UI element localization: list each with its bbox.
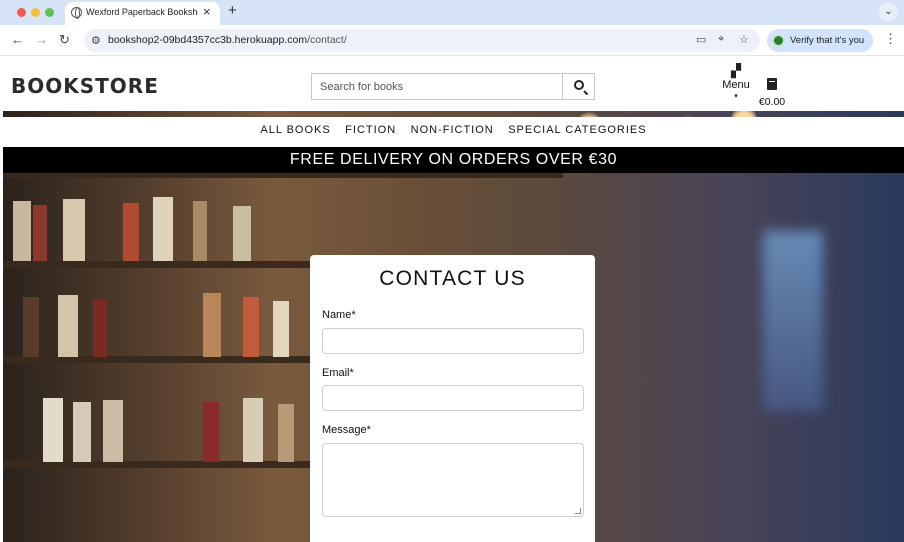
- book: [203, 293, 221, 357]
- tab-list-button[interactable]: ⌄: [879, 3, 898, 21]
- card-icon[interactable]: ▭: [696, 33, 706, 46]
- bag-total: €0.00: [758, 96, 786, 108]
- email-field[interactable]: [322, 385, 584, 411]
- location-icon[interactable]: ⌖: [718, 33, 724, 46]
- book: [63, 199, 85, 261]
- site-header: BOOKSTORE ▞ Menu ▾ €0.00: [3, 57, 904, 111]
- menu-dropdown[interactable]: ▞ Menu ▾: [719, 64, 753, 108]
- book: [278, 404, 294, 462]
- nav-fiction[interactable]: FICTION: [345, 117, 396, 143]
- search-button[interactable]: [562, 74, 594, 99]
- book: [23, 297, 39, 357]
- search-icon: [574, 80, 584, 90]
- search-input[interactable]: [312, 74, 562, 99]
- tab-close-button[interactable]: ×: [203, 5, 211, 19]
- web-page: BOOKSTORE ▞ Menu ▾ €0.00 ALL BOOKS FICTI…: [3, 57, 904, 542]
- site-logo[interactable]: BOOKSTORE: [11, 74, 159, 98]
- browser-toolbar: ← → ↻ ⚙ bookshop2-09bd4357cc3b.herokuapp…: [0, 25, 904, 56]
- book: [33, 205, 47, 261]
- url-text[interactable]: bookshop2-09bd4357cc3b.herokuapp.com/con…: [108, 34, 347, 46]
- book: [123, 203, 139, 261]
- nav-non-fiction[interactable]: NON-FICTION: [411, 117, 494, 143]
- book: [43, 398, 63, 462]
- book-icon: [767, 78, 777, 90]
- book: [243, 297, 259, 357]
- delivery-banner: FREE DELIVERY ON ORDERS OVER €30: [3, 147, 904, 173]
- book-row: [3, 291, 303, 357]
- tab-title: Wexford Paperback Bookshop: [86, 7, 198, 17]
- nav-special-categories[interactable]: SPECIAL CATEGORIES: [508, 117, 646, 143]
- book: [58, 295, 78, 357]
- nav-all-books[interactable]: ALL BOOKS: [260, 117, 330, 143]
- maximize-window-button[interactable]: [45, 8, 54, 17]
- verify-identity-button[interactable]: Verify that it's you: [767, 29, 873, 52]
- browser-tab[interactable]: Wexford Paperback Bookshop ×: [65, 2, 220, 25]
- message-label: Message*: [322, 424, 371, 436]
- reload-button[interactable]: ↻: [59, 32, 70, 48]
- book: [243, 398, 263, 462]
- name-label: Name*: [322, 309, 356, 321]
- book: [93, 299, 107, 357]
- minimize-window-button[interactable]: [31, 8, 40, 17]
- verify-label: Verify that it's you: [790, 35, 865, 46]
- globe-icon: [71, 7, 82, 19]
- browser-tab-strip: Wexford Paperback Bookshop × + ⌄: [0, 0, 904, 25]
- new-tab-button[interactable]: +: [228, 3, 237, 19]
- book: [153, 197, 173, 261]
- browser-menu-button[interactable]: ⋮: [884, 31, 897, 47]
- url-path: /contact/: [307, 34, 347, 46]
- message-field[interactable]: [322, 443, 584, 517]
- window-glow: [763, 231, 823, 411]
- book-row: [3, 195, 303, 261]
- contact-form-card: CONTACT US Name* Email* Message*: [310, 255, 595, 542]
- email-label: Email*: [322, 367, 354, 379]
- profile-avatar-icon: [772, 34, 785, 47]
- book: [273, 301, 289, 357]
- book-row: [3, 396, 313, 462]
- book: [233, 206, 251, 261]
- search-form: [311, 73, 595, 100]
- book: [73, 402, 91, 462]
- book: [203, 402, 219, 462]
- book: [13, 201, 31, 261]
- close-window-button[interactable]: [17, 8, 26, 17]
- contact-title: CONTACT US: [379, 267, 526, 290]
- back-button[interactable]: ←: [11, 32, 24, 48]
- book: [193, 201, 207, 261]
- shopping-bag-link[interactable]: €0.00: [755, 77, 789, 109]
- name-field[interactable]: [322, 328, 584, 354]
- resize-handle[interactable]: [575, 508, 581, 514]
- menu-label: Menu: [722, 79, 750, 91]
- book: [103, 400, 123, 462]
- category-nav: ALL BOOKS FICTION NON-FICTION SPECIAL CA…: [3, 117, 904, 147]
- delivery-banner-text: FREE DELIVERY ON ORDERS OVER €30: [289, 151, 618, 168]
- url-host: bookshop2-09bd4357cc3b.herokuapp.com: [108, 34, 308, 46]
- forward-button[interactable]: →: [35, 32, 48, 48]
- site-settings-icon[interactable]: ⚙: [91, 34, 101, 47]
- address-bar[interactable]: ⚙ bookshop2-09bd4357cc3b.herokuapp.com/c…: [84, 29, 760, 52]
- book-open-icon: ▞: [731, 63, 741, 78]
- bookmark-star-icon[interactable]: ☆: [739, 33, 749, 46]
- caret-down-icon: ▾: [734, 93, 738, 100]
